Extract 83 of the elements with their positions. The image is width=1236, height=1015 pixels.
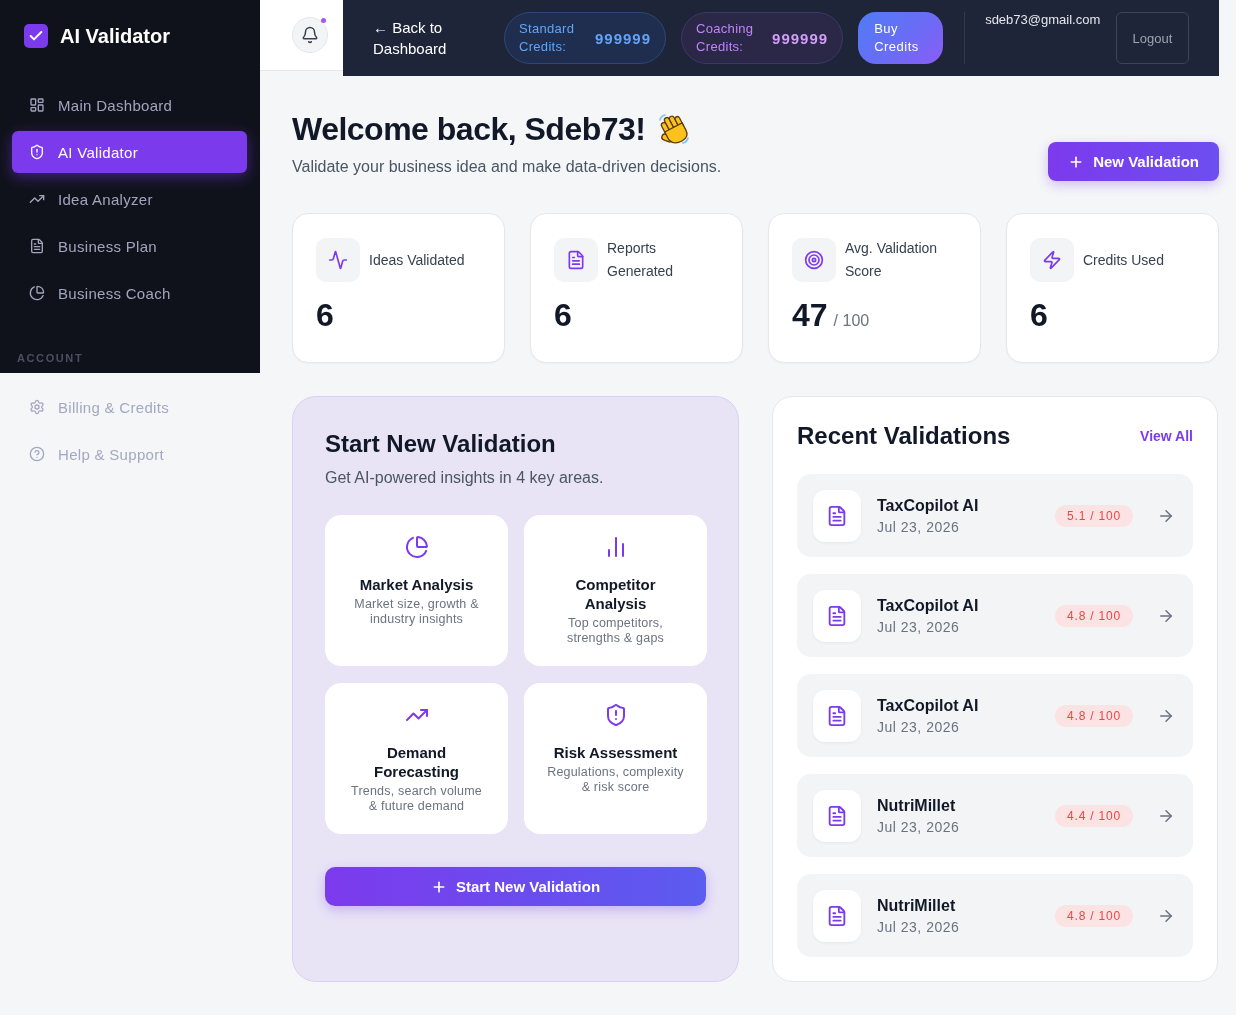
panel-title: Recent Validations xyxy=(797,421,1011,451)
analysis-description: Trends, search volume & future demand xyxy=(350,784,483,814)
credits-value: 999999 xyxy=(595,29,652,47)
stat-suffix: / 100 xyxy=(833,312,870,330)
validation-name: TaxCopilot AI xyxy=(877,695,979,716)
view-all-link[interactable]: View All xyxy=(1140,428,1193,444)
analysis-card[interactable]: Demand Forecasting Trends, search volume & future demand xyxy=(325,683,508,834)
validation-row[interactable]: TaxCopilot AI Jul 23, 2026 5.1 / 100 xyxy=(797,474,1193,557)
check-icon xyxy=(24,24,48,48)
welcome-title: Welcome back, Sdeb73! xyxy=(292,110,646,148)
brand-name: AI Validator xyxy=(60,24,171,48)
nav-item[interactable]: Main Dashboard xyxy=(12,84,247,126)
stat-label: Avg. Validation Score xyxy=(845,239,939,281)
analysis-title: Competitor Analysis xyxy=(574,575,657,613)
stat-label: Ideas Validated xyxy=(369,250,465,270)
start-validation-button[interactable]: Start New Validation xyxy=(325,867,706,906)
nav-item[interactable]: Idea Analyzer xyxy=(12,178,247,220)
welcome-subtitle: Validate your business idea and make data-driven decisions. xyxy=(292,157,722,177)
new-validation-button[interactable]: New Validation xyxy=(1048,142,1219,181)
document-icon xyxy=(29,238,45,254)
validation-date: Jul 23, 2026 xyxy=(877,717,960,736)
analysis-card[interactable]: Competitor Analysis Top competitors, strengths & gaps xyxy=(524,515,707,666)
back-link[interactable]: ← Back to Dashboard xyxy=(373,17,468,59)
document-icon xyxy=(813,589,861,642)
score-badge: 4.8 / 100 xyxy=(1055,904,1133,927)
validation-row[interactable]: NutriMillet Jul 23, 2026 4.8 / 100 xyxy=(797,874,1193,957)
panel-title: Start New Validation xyxy=(325,429,557,459)
nav-item[interactable]: AI Validator xyxy=(12,131,247,173)
document-icon xyxy=(813,889,861,942)
validation-name: TaxCopilot AI xyxy=(877,495,979,516)
stat-value: 6 xyxy=(554,297,572,333)
document-icon xyxy=(813,789,861,842)
grid-icon xyxy=(29,97,45,113)
stat-value: 6 xyxy=(1030,297,1048,333)
document-icon xyxy=(554,238,598,282)
validation-row[interactable]: TaxCopilot AI Jul 23, 2026 4.8 / 100 xyxy=(797,674,1193,757)
score-badge: 4.8 / 100 xyxy=(1055,604,1133,627)
nav-item[interactable]: Business Plan xyxy=(12,225,247,267)
credits-label: Standard Credits: xyxy=(519,20,576,56)
validation-name: NutriMillet xyxy=(877,895,956,916)
stat-label: Reports Generated xyxy=(607,239,675,281)
settings-icon xyxy=(29,399,45,415)
validation-name: NutriMillet xyxy=(877,795,956,816)
lightning-icon xyxy=(1030,238,1074,282)
validation-date: Jul 23, 2026 xyxy=(877,917,960,936)
notification-button[interactable] xyxy=(292,17,328,53)
score-badge: 5.1 / 100 xyxy=(1055,504,1133,527)
shield-icon xyxy=(29,144,45,160)
analysis-description: Regulations, complexity & risk score xyxy=(546,765,685,795)
validation-row[interactable]: NutriMillet Jul 23, 2026 4.4 / 100 xyxy=(797,774,1193,857)
analysis-description: Market size, growth & industry insights xyxy=(353,597,480,627)
target-icon xyxy=(792,238,836,282)
bell-icon xyxy=(301,26,319,44)
stat-value: 6 xyxy=(316,297,334,333)
pulse-icon xyxy=(316,238,360,282)
validation-row[interactable]: TaxCopilot AI Jul 23, 2026 4.8 / 100 xyxy=(797,574,1193,657)
stat-value: 47 xyxy=(792,297,828,333)
validation-date: Jul 23, 2026 xyxy=(877,817,960,836)
help-icon xyxy=(29,446,45,462)
pie-chart-icon xyxy=(404,535,429,559)
analysis-description: Top competitors, strengths & gaps xyxy=(566,616,665,646)
user-email: sdeb73@gmail.com xyxy=(985,12,1101,27)
buy-credits-button[interactable]: Buy Credits xyxy=(858,12,944,64)
section-label: ACCOUNT xyxy=(16,352,85,364)
nav-item[interactable]: Business Coach xyxy=(12,272,247,314)
credits-value: 999999 xyxy=(772,29,829,47)
analysis-title: Market Analysis xyxy=(359,575,474,594)
validation-date: Jul 23, 2026 xyxy=(877,517,960,536)
validation-name: TaxCopilot AI xyxy=(877,595,979,616)
document-icon xyxy=(813,489,861,542)
score-badge: 4.8 / 100 xyxy=(1055,704,1133,727)
analysis-card[interactable]: Risk Assessment Regulations, complexity & risk score xyxy=(524,683,707,834)
analysis-title: Risk Assessment xyxy=(553,743,678,762)
validation-date: Jul 23, 2026 xyxy=(877,617,960,636)
credits-label: Coaching Credits: xyxy=(696,20,755,56)
panel-subtitle: Get AI-powered insights in 4 key areas. xyxy=(325,468,605,488)
score-badge: 4.4 / 100 xyxy=(1055,804,1133,827)
analysis-card[interactable]: Market Analysis Market size, growth & industry insights xyxy=(325,515,508,666)
document-icon xyxy=(813,689,861,742)
analysis-title: Demand Forecasting xyxy=(373,743,460,781)
pie-chart-icon xyxy=(29,285,45,301)
stat-label: Credits Used xyxy=(1083,250,1164,270)
logout-button[interactable]: Logout xyxy=(1116,12,1189,64)
